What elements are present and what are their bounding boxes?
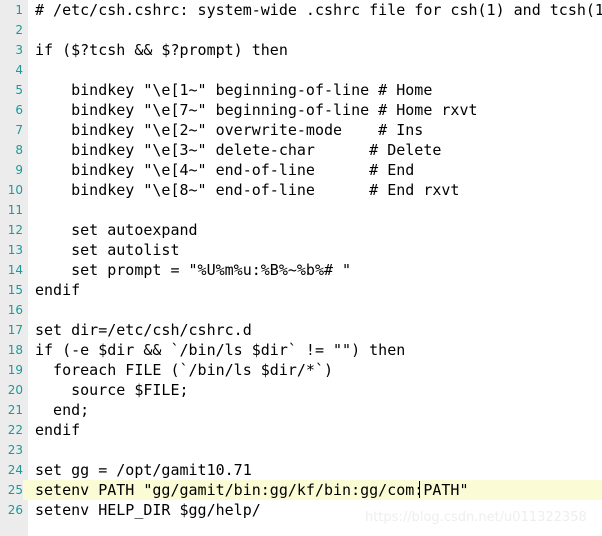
line-content[interactable]: bindkey "\e[4~" end-of-line # End [28,160,602,180]
code-line[interactable]: 23 [0,440,602,460]
code-line[interactable]: 1 # /etc/csh.cshrc: system-wide .cshrc fi… [0,0,602,20]
line-number: 14 [0,260,23,280]
line-number: 21 [0,400,23,420]
code-line[interactable]: 18 if (-e $dir && `/bin/ls $dir` != "") t… [0,340,602,360]
line-content[interactable]: set prompt = "%U%m%u:%B%~%b%# " [28,260,602,280]
line-number: 11 [0,200,23,220]
line-number: 2 [0,20,23,40]
line-number: 16 [0,300,23,320]
code-line[interactable]: 20 source $FILE; [0,380,602,400]
code-line[interactable]: 3 if ($?tcsh && $?prompt) then [0,40,602,60]
code-line[interactable]: 21 end; [0,400,602,420]
line-content[interactable]: endif [28,420,602,440]
line-number: 19 [0,360,23,380]
code-line[interactable]: 22 endif [0,420,602,440]
code-line[interactable]: 4 [0,60,602,80]
line-content[interactable]: set autolist [28,240,602,260]
line-content[interactable]: set gg = /opt/gamit10.71 [28,460,602,480]
line-number: 22 [0,420,23,440]
line-number: 7 [0,120,23,140]
line-number: 3 [0,40,23,60]
line-content[interactable]: bindkey "\e[3~" delete-char # Delete [28,140,602,160]
code-line[interactable]: 2 [0,20,602,40]
code-line[interactable]: 8 bindkey "\e[3~" delete-char # Delete [0,140,602,160]
line-content[interactable]: foreach FILE (`/bin/ls $dir/*`) [28,360,602,380]
line-content[interactable] [28,20,602,40]
line-number: 10 [0,180,23,200]
code-line[interactable]: 5 bindkey "\e[1~" beginning-of-line # Ho… [0,80,602,100]
text-caret [419,481,420,498]
line-content[interactable]: setenv PATH "gg/gamit/bin:gg/kf/bin:gg/c… [28,480,602,500]
code-editor[interactable]: 1 # /etc/csh.cshrc: system-wide .cshrc fi… [0,0,602,536]
line-number: 24 [0,460,23,480]
code-line[interactable]: 10 bindkey "\e[8~" end-of-line # End rxv… [0,180,602,200]
code-line[interactable]: 24 set gg = /opt/gamit10.71 [0,460,602,480]
line-content[interactable]: set autoexpand [28,220,602,240]
code-line[interactable]: 7 bindkey "\e[2~" overwrite-mode # Ins [0,120,602,140]
line-content[interactable] [28,60,602,80]
line-number: 6 [0,100,23,120]
line-content[interactable]: bindkey "\e[8~" end-of-line # End rxvt [28,180,602,200]
line-number: 20 [0,380,23,400]
line-content[interactable]: # /etc/csh.cshrc: system-wide .cshrc fil… [28,0,602,20]
line-content[interactable]: if (-e $dir && `/bin/ls $dir` != "") the… [28,340,602,360]
line-number: 17 [0,320,23,340]
code-line[interactable]: 16 [0,300,602,320]
code-text-area[interactable]: 1 # /etc/csh.cshrc: system-wide .cshrc fi… [0,0,602,536]
line-content[interactable]: end; [28,400,602,420]
line-number: 26 [0,500,23,520]
line-number: 13 [0,240,23,260]
line-content[interactable]: bindkey "\e[2~" overwrite-mode # Ins [28,120,602,140]
code-line[interactable]: 11 [0,200,602,220]
line-number: 5 [0,80,23,100]
line-content[interactable]: if ($?tcsh && $?prompt) then [28,40,602,60]
line-number: 23 [0,440,23,460]
line-number: 18 [0,340,23,360]
line-content[interactable] [28,200,602,220]
line-number: 1 [0,0,23,20]
line-number: 15 [0,280,23,300]
line-number: 4 [0,60,23,80]
code-line[interactable]: 6 bindkey "\e[7~" beginning-of-line # Ho… [0,100,602,120]
line-content[interactable]: endif [28,280,602,300]
line-content[interactable]: set dir=/etc/csh/cshrc.d [28,320,602,340]
line-content[interactable] [28,300,602,320]
line-content[interactable]: bindkey "\e[7~" beginning-of-line # Home… [28,100,602,120]
line-number: 25 [0,480,23,500]
code-line[interactable]: 25 setenv PATH "gg/gamit/bin:gg/kf/bin:gg… [0,480,602,500]
line-content[interactable] [28,440,602,460]
code-line[interactable]: 17 set dir=/etc/csh/cshrc.d [0,320,602,340]
code-line[interactable]: 9 bindkey "\e[4~" end-of-line # End [0,160,602,180]
code-line[interactable]: 15 endif [0,280,602,300]
line-content[interactable]: bindkey "\e[1~" beginning-of-line # Home [28,80,602,100]
code-line[interactable]: 14 set prompt = "%U%m%u:%B%~%b%# " [0,260,602,280]
code-line[interactable]: 13 set autolist [0,240,602,260]
line-number: 12 [0,220,23,240]
line-number: 9 [0,160,23,180]
watermark-text: https://blog.csdn.net/u011322358 [365,510,587,525]
code-line[interactable]: 12 set autoexpand [0,220,602,240]
line-content[interactable]: source $FILE; [28,380,602,400]
code-line[interactable]: 19 foreach FILE (`/bin/ls $dir/*`) [0,360,602,380]
line-number: 8 [0,140,23,160]
